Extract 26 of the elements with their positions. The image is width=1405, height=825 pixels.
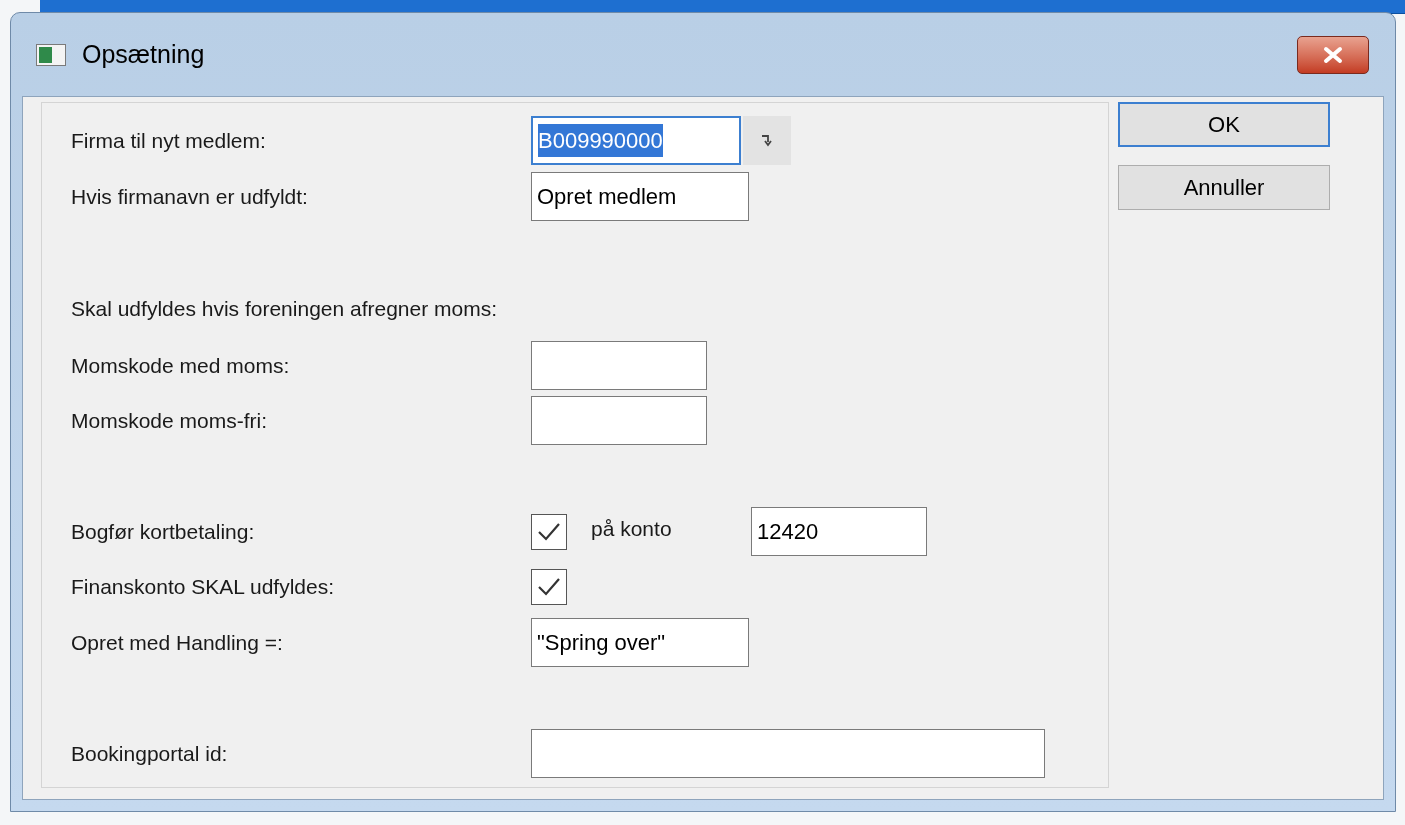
close-button[interactable] bbox=[1297, 35, 1369, 74]
checkbox[interactable] bbox=[531, 568, 567, 605]
window-title: Opsætning bbox=[82, 38, 205, 70]
checkbox[interactable] bbox=[531, 513, 567, 550]
field-label: Hvis firmanavn er udfyldt: bbox=[71, 183, 309, 210]
account-label: på konto bbox=[591, 515, 673, 542]
input-field[interactable] bbox=[531, 341, 707, 390]
field-label: Bogfør kortbetaling: bbox=[71, 518, 256, 545]
dialog-button[interactable]: Annuller bbox=[1118, 165, 1330, 210]
input-field[interactable]: Opret medlem bbox=[531, 172, 749, 221]
window-icon bbox=[36, 43, 66, 66]
field-label: Momskode med moms: bbox=[71, 352, 291, 379]
dialog-button[interactable]: OK bbox=[1118, 102, 1330, 147]
turn-arrow-icon bbox=[761, 134, 773, 147]
field-label: Bookingportal id: bbox=[71, 740, 229, 767]
input-field[interactable] bbox=[531, 396, 707, 445]
field-label: Skal udfyldes hvis foreningen afregner moms: bbox=[71, 296, 499, 323]
input-field[interactable]: "Spring over" bbox=[531, 618, 749, 667]
field-label: Opret med Handling =: bbox=[71, 629, 284, 656]
field-label: Momskode moms-fri: bbox=[71, 407, 269, 434]
input-field[interactable]: 12420 bbox=[751, 507, 927, 556]
field-label: Firma til nyt medlem: bbox=[71, 127, 267, 154]
input-field[interactable]: B009990000 bbox=[531, 116, 741, 165]
input-field[interactable] bbox=[531, 729, 1045, 778]
close-icon bbox=[1322, 45, 1344, 64]
field-label: Finanskonto SKAL udfyldes: bbox=[71, 573, 336, 600]
